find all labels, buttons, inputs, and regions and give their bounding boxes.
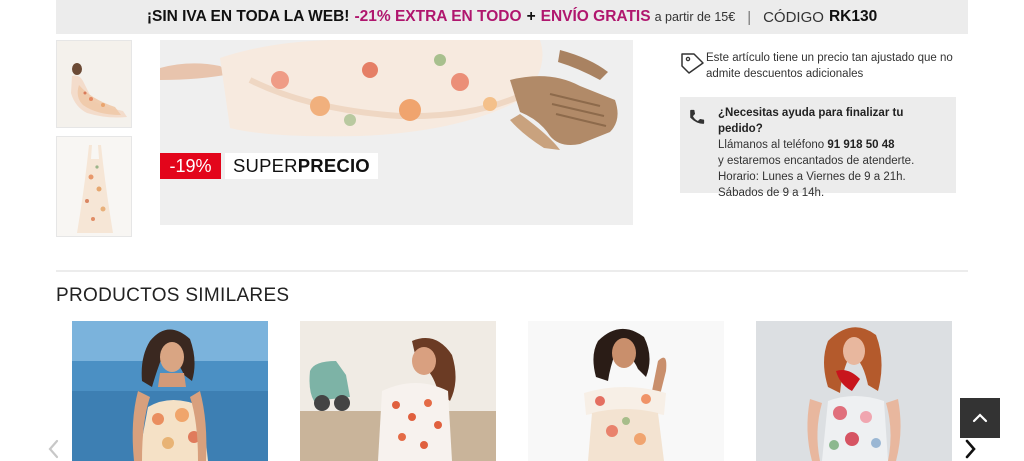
price-notice: Este artículo tiene un precio tan ajusta… bbox=[680, 50, 970, 82]
promo-separator: | bbox=[747, 8, 752, 26]
promo-extra-discount: -21% EXTRA EN TODO bbox=[354, 8, 522, 25]
similar-product-2[interactable] bbox=[300, 321, 496, 461]
help-phone-prefix: Llámanos al teléfono bbox=[718, 139, 825, 151]
carousel-next-arrow-icon[interactable] bbox=[960, 437, 980, 461]
phone-icon bbox=[690, 109, 705, 124]
thumbnail-image-seated-model bbox=[57, 41, 131, 127]
section-divider bbox=[56, 270, 968, 272]
help-line-2: y estaremos encantados de atenderte. bbox=[718, 155, 915, 167]
similar-product-4-image bbox=[756, 321, 952, 461]
promo-min-amount: a partir de 15€ bbox=[654, 10, 736, 24]
superprecio-label-bold: PRECIO bbox=[297, 155, 370, 176]
promo-code-label: CÓDIGO bbox=[763, 8, 824, 26]
promo-code-value: RK130 bbox=[828, 8, 878, 25]
help-phone-line: Llámanos al teléfono 91 918 50 48 bbox=[718, 137, 946, 153]
help-phone-number[interactable]: 91 918 50 48 bbox=[827, 139, 894, 151]
help-title: ¿Necesitas ayuda para finalizar tu pedid… bbox=[718, 107, 904, 135]
superprecio-label-normal: SUPER bbox=[233, 155, 298, 176]
similar-product-1-image bbox=[72, 321, 268, 461]
main-product-photo bbox=[160, 40, 633, 225]
promo-banner[interactable]: ¡SIN IVA EN TODA LA WEB! -21% EXTRA EN T… bbox=[56, 0, 968, 34]
chevron-up-icon bbox=[972, 413, 988, 423]
help-line-4: Sábados de 9 a 14h. bbox=[718, 187, 825, 199]
superprecio-badge: SUPER PRECIO bbox=[225, 153, 378, 179]
promo-free-shipping: ENVÍO GRATIS bbox=[540, 8, 651, 25]
product-thumbnail-1[interactable] bbox=[56, 40, 132, 128]
promo-plus: + bbox=[526, 8, 536, 25]
similar-product-1[interactable] bbox=[72, 321, 268, 461]
price-notice-line-2: admite descuentos adicionales bbox=[706, 68, 864, 80]
similar-product-2-image bbox=[300, 321, 496, 461]
main-product-image[interactable]: -19% SUPER PRECIO bbox=[160, 40, 633, 225]
price-tag-icon bbox=[681, 53, 704, 74]
similar-products-title: PRODUCTOS SIMILARES bbox=[56, 285, 290, 306]
help-box: ¿Necesitas ayuda para finalizar tu pedid… bbox=[680, 97, 956, 199]
product-thumbnail-2[interactable] bbox=[56, 136, 132, 237]
thumbnail-image-dress bbox=[57, 137, 131, 236]
price-notice-text: Este artículo tiene un precio tan ajusta… bbox=[706, 50, 953, 82]
carousel-prev-arrow-icon[interactable] bbox=[44, 437, 64, 461]
similar-product-3-image bbox=[528, 321, 724, 461]
help-line-3: Horario: Lunes a Viernes de 9 a 21h. bbox=[718, 171, 906, 183]
scroll-to-top-button[interactable] bbox=[960, 398, 1000, 438]
promo-no-vat: ¡SIN IVA EN TODA LA WEB! bbox=[146, 8, 350, 25]
similar-product-4[interactable] bbox=[756, 321, 952, 461]
similar-product-3[interactable] bbox=[528, 321, 724, 461]
discount-badge: -19% bbox=[160, 153, 221, 179]
price-notice-line-1: Este artículo tiene un precio tan ajusta… bbox=[706, 52, 953, 64]
